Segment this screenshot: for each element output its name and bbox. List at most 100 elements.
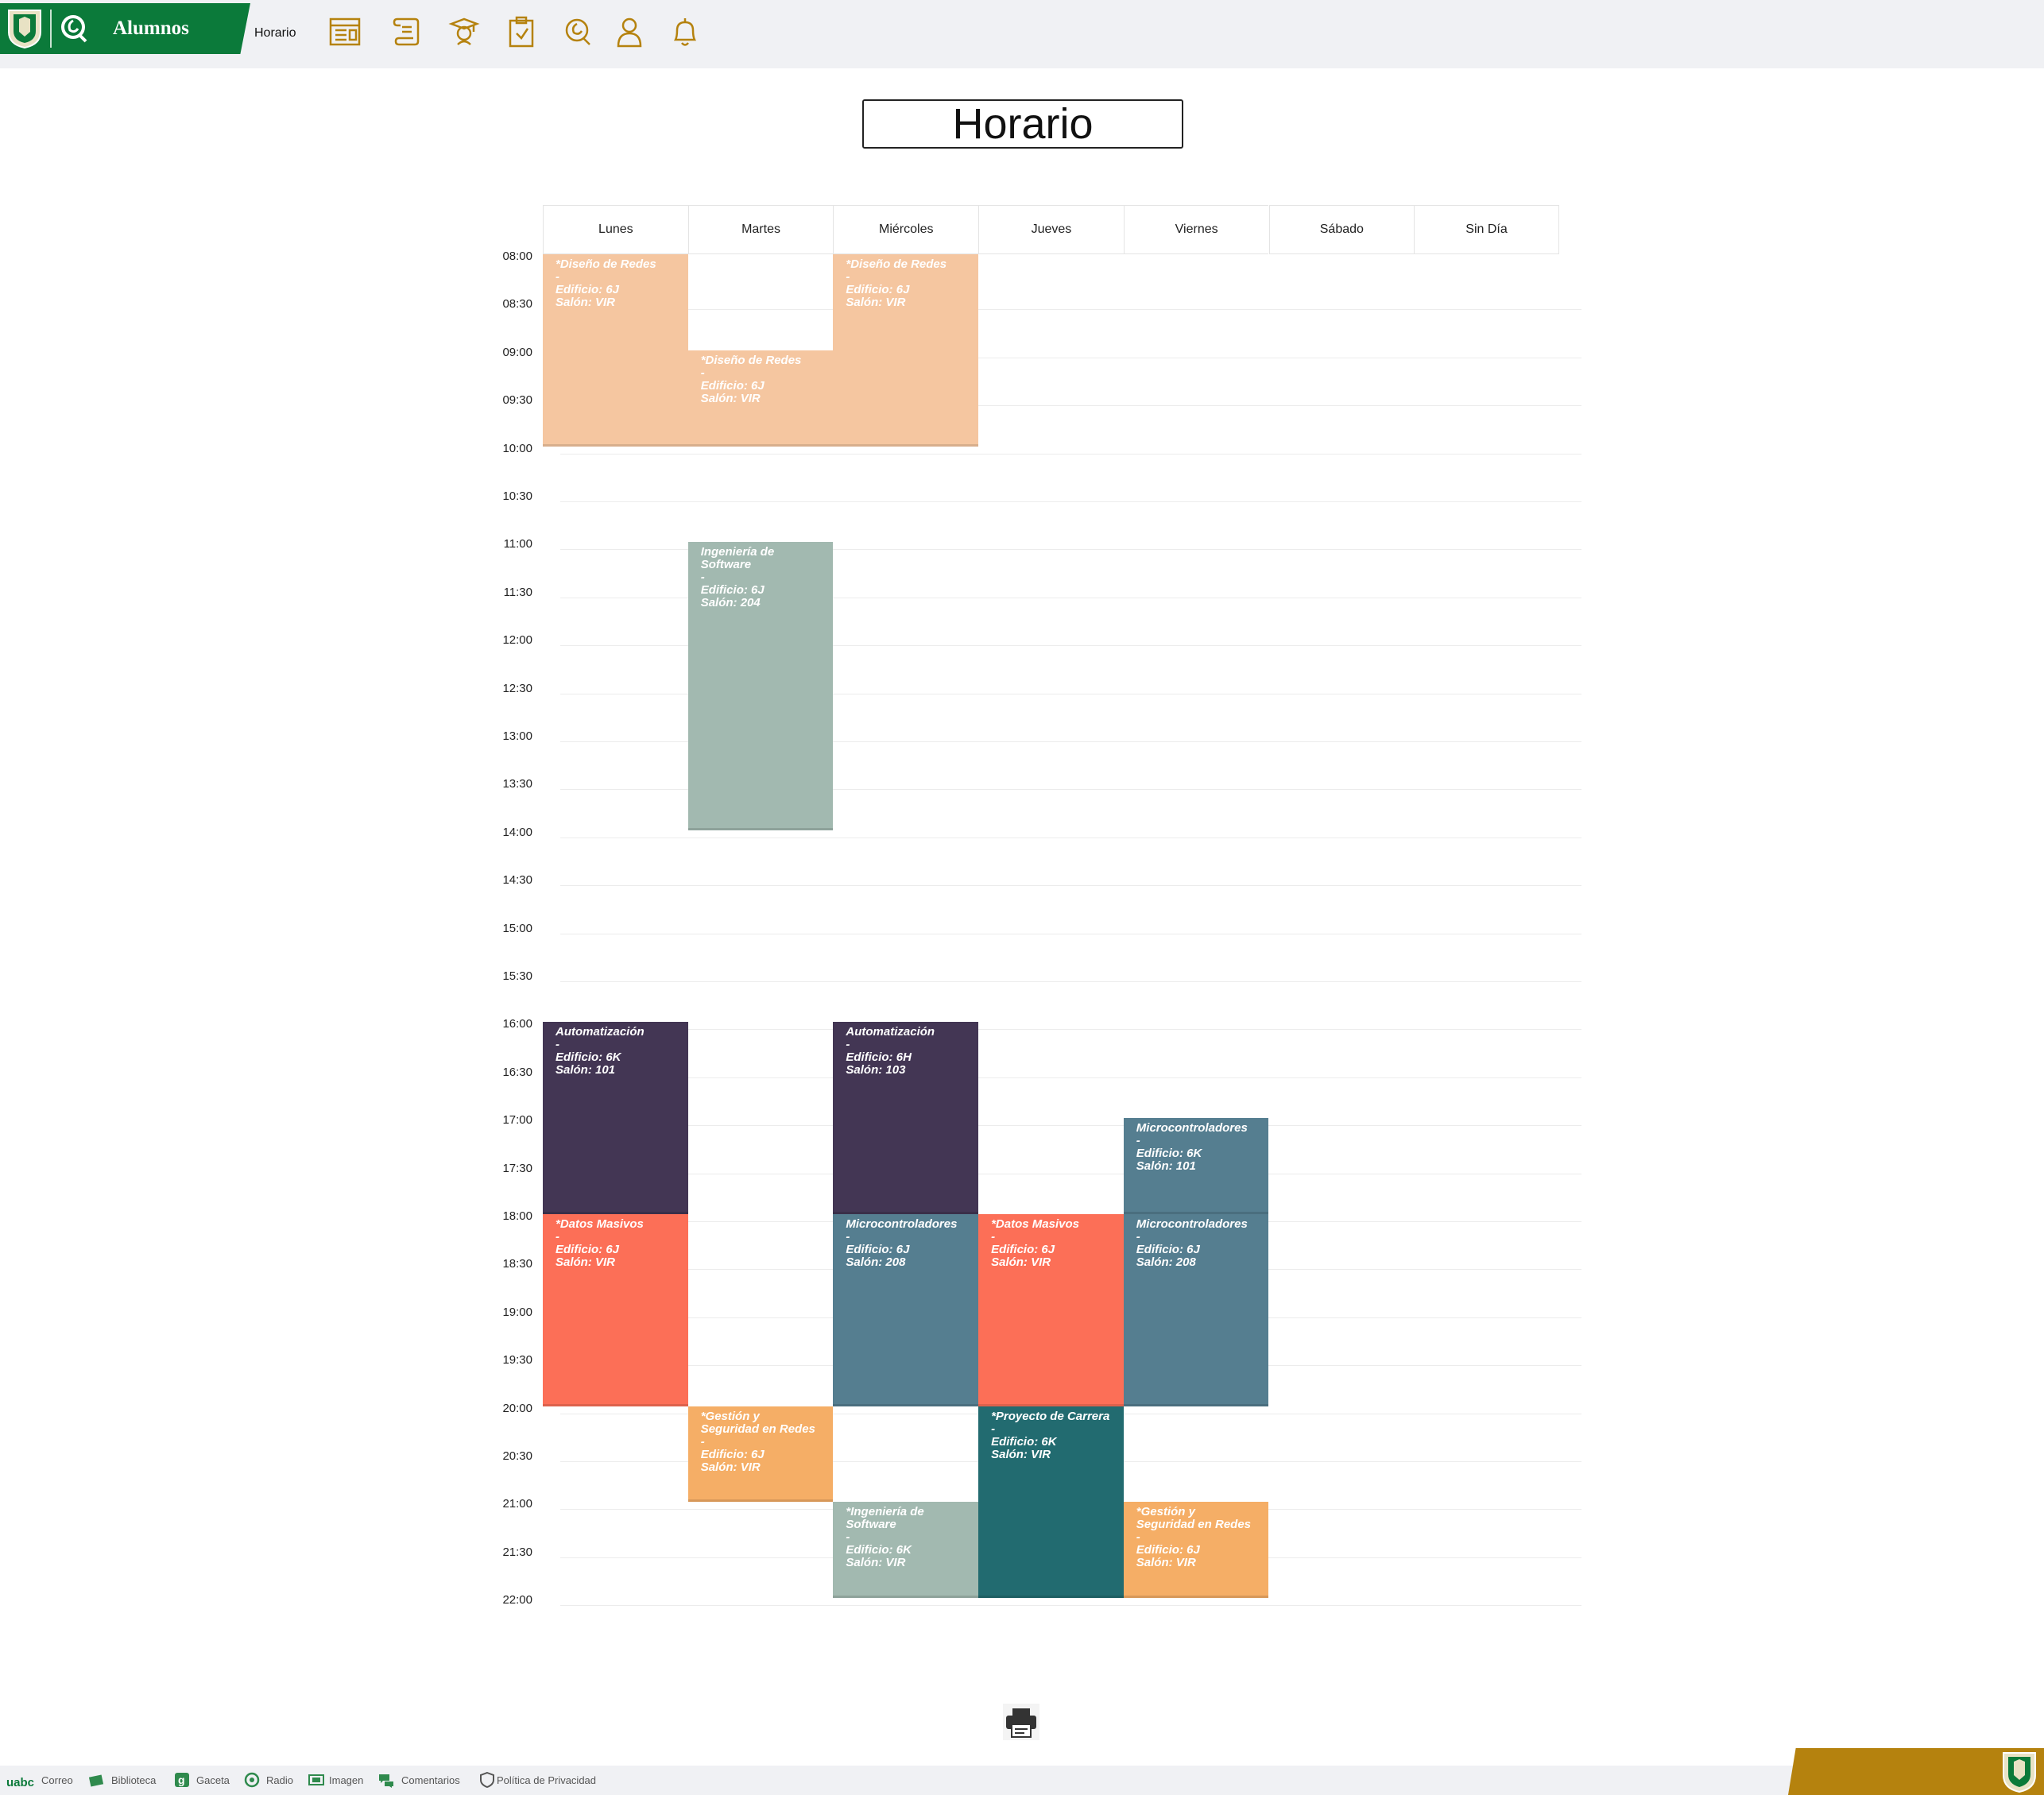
brand-divider	[50, 10, 52, 48]
class-room: Salón: 101	[1136, 1159, 1196, 1174]
graduate-icon[interactable]	[447, 14, 482, 49]
class-building: Edificio: 6K	[556, 1050, 621, 1065]
class-block[interactable]: *Diseño de Redes - Edificio: 6J Salón: VIR	[833, 254, 979, 447]
brand-title: Alumnos	[113, 17, 189, 39]
class-block[interactable]: Microcontroladores - Edificio: 6J Salón: 20…	[1123, 1214, 1269, 1406]
time-label: 10:00	[502, 441, 532, 455]
class-title: *Gestión y Seguridad en Redes	[700, 1409, 815, 1436]
class-block[interactable]: *Proyecto de Carrera - Edificio: 6K Salón: …	[978, 1406, 1124, 1599]
footer-link-comentarios[interactable]: Comentarios	[401, 1774, 460, 1786]
time-label: 14:30	[502, 873, 532, 888]
grid-line	[560, 1125, 1581, 1127]
time-label: 11:30	[503, 585, 532, 599]
class-separator: -	[991, 1230, 996, 1244]
class-building: Edificio: 6J	[556, 283, 620, 296]
time-label: 10:30	[502, 489, 532, 503]
time-label: 15:30	[502, 969, 532, 983]
class-building: Edificio: 6K	[991, 1434, 1057, 1449]
class-title: Automatización	[846, 1025, 935, 1039]
time-label: 12:00	[502, 633, 532, 648]
class-block[interactable]: *Ingeniería de Software - Edificio: 6K Saló…	[833, 1502, 979, 1599]
class-title: Automatización	[556, 1025, 645, 1039]
chat-icon[interactable]	[561, 14, 596, 49]
class-block[interactable]: Microcontroladores - Edificio: 6K Salón: 10…	[1123, 1118, 1269, 1214]
time-label: 14:00	[502, 825, 532, 839]
print-button[interactable]	[1001, 1702, 1041, 1742]
time-label: 15:00	[502, 921, 532, 935]
schedule-icon[interactable]	[327, 14, 362, 49]
class-building: Edificio: 6J	[846, 1243, 910, 1256]
class-room: Salón: 103	[846, 1063, 906, 1077]
tv-icon	[308, 1774, 324, 1785]
footer-link-imagen[interactable]: Imagen	[329, 1774, 363, 1786]
top-bar: Alumnos Horario	[0, 0, 2044, 68]
time-label: 18:30	[502, 1257, 532, 1271]
class-separator: -	[700, 366, 705, 380]
time-label: 16:30	[502, 1065, 532, 1079]
class-block[interactable]: Microcontroladores - Edificio: 6J Salón: 20…	[833, 1214, 979, 1406]
university-shield-icon	[2003, 1752, 2036, 1793]
day-header: Martes	[687, 205, 834, 254]
class-building: Edificio: 6J	[846, 283, 910, 296]
class-block[interactable]: Ingeniería de Software - Edificio: 6J Salón…	[687, 542, 834, 830]
class-block[interactable]: Automatización - Edificio: 6H Salón: 103	[833, 1022, 979, 1214]
shield-icon	[480, 1772, 494, 1788]
scroll-icon[interactable]	[389, 14, 424, 49]
footer-link-radio[interactable]: Radio	[266, 1774, 293, 1786]
university-shield-icon	[8, 10, 41, 49]
uabc-logo[interactable]: uabc	[6, 1776, 34, 1789]
class-block[interactable]: *Diseño de Redes - Edificio: 6J Salón: VIR	[543, 254, 688, 447]
time-label: 20:30	[502, 1449, 532, 1463]
class-title: Microcontroladores	[846, 1217, 958, 1231]
class-title: *Datos Masivos	[556, 1217, 644, 1231]
radio-icon	[244, 1772, 260, 1788]
user-icon[interactable]	[612, 14, 647, 49]
class-room: Salón: VIR	[556, 1255, 616, 1269]
class-room: Salón: 204	[700, 596, 761, 610]
class-title: Ingeniería de Software	[700, 545, 775, 572]
class-separator: -	[1136, 1134, 1140, 1148]
class-building: Edificio: 6J	[1136, 1243, 1200, 1256]
bell-icon[interactable]	[668, 14, 703, 49]
class-building: Edificio: 6J	[700, 378, 765, 393]
class-block[interactable]: *Gestión y Seguridad en Redes - Edificio: …	[687, 1406, 834, 1503]
day-header: Miércoles	[833, 205, 979, 254]
class-block[interactable]: *Diseño de Redes - Edificio: 6J Salón: VIR	[687, 350, 834, 447]
class-building: Edificio: 6J	[556, 1243, 620, 1256]
class-room: Salón: 208	[846, 1255, 906, 1269]
class-separator: -	[846, 1530, 850, 1545]
class-block[interactable]: *Datos Masivos - Edificio: 6J Salón: VIR	[978, 1214, 1124, 1406]
class-block[interactable]: Automatización - Edificio: 6K Salón: 101	[543, 1022, 688, 1214]
brand-banner[interactable]: Alumnos	[0, 3, 250, 54]
breadcrumb: Horario	[254, 26, 296, 40]
footer-link-correo[interactable]: Correo	[41, 1774, 73, 1786]
day-header: Lunes	[543, 205, 688, 254]
class-separator: -	[991, 1422, 996, 1436]
class-separator: -	[556, 1038, 559, 1052]
class-block[interactable]: *Datos Masivos - Edificio: 6J Salón: VIR	[543, 1214, 688, 1406]
class-title: *Proyecto de Carrera	[991, 1409, 1110, 1423]
class-title: *Datos Masivos	[991, 1217, 1079, 1231]
alumnos-logo-icon	[61, 15, 87, 43]
class-separator: -	[1136, 1530, 1140, 1545]
time-label: 09:00	[502, 345, 532, 359]
footer-link-biblioteca[interactable]: Biblioteca	[111, 1774, 156, 1786]
class-block[interactable]: *Gestión y Seguridad en Redes - Edificio: …	[1123, 1502, 1269, 1599]
clipboard-icon[interactable]	[504, 14, 539, 49]
grid-line	[560, 1077, 1581, 1078]
footer-link-privacidad[interactable]: Política de Privacidad	[497, 1774, 596, 1786]
class-room: Salón: 208	[1136, 1255, 1196, 1269]
class-title: Microcontroladores	[1136, 1217, 1248, 1231]
time-label: 18:00	[502, 1209, 532, 1223]
grid-line	[560, 1605, 1581, 1607]
day-header: Sábado	[1268, 205, 1415, 254]
day-header: Viernes	[1123, 205, 1269, 254]
time-label: 17:00	[502, 1113, 532, 1128]
time-label: 21:30	[502, 1545, 532, 1559]
class-title: *Diseño de Redes	[556, 257, 656, 271]
class-building: Edificio: 6J	[1136, 1543, 1200, 1557]
footer-link-gaceta[interactable]: Gaceta	[196, 1774, 230, 1786]
class-room: Salón: VIR	[991, 1255, 1051, 1269]
class-room: Salón: VIR	[700, 1460, 761, 1474]
class-room: Salón: VIR	[1136, 1556, 1196, 1570]
